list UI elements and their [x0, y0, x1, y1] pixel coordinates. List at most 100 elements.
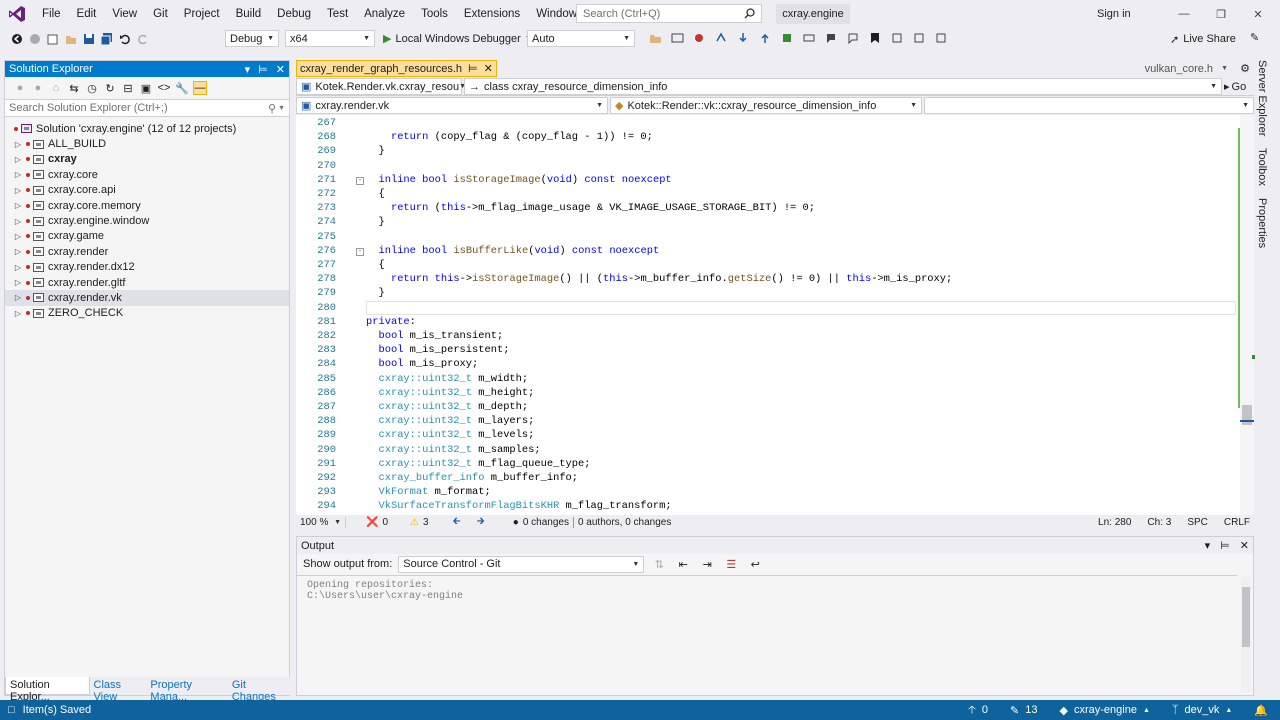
- expand-arrow-icon[interactable]: ▷: [13, 278, 23, 287]
- line-indicator[interactable]: Ln: 280: [1098, 517, 1131, 528]
- save-all-icon[interactable]: [100, 32, 114, 46]
- close-icon[interactable]: ✕: [484, 62, 493, 75]
- output-source-select[interactable]: Source Control - Git ▼: [398, 555, 645, 573]
- show-all-files-icon[interactable]: ▣: [139, 81, 153, 95]
- forward-icon[interactable]: [28, 32, 42, 46]
- find-message-icon[interactable]: ⇅: [652, 557, 666, 571]
- tree-item[interactable]: ▷ cxray.core.memory: [5, 198, 289, 213]
- collapse-icon[interactable]: -: [356, 247, 364, 256]
- whitespace-indicator[interactable]: SPC: [1187, 517, 1208, 528]
- tab-toolbox[interactable]: Toolbox: [1256, 148, 1268, 186]
- tab-explorer-1[interactable]: Class View: [90, 677, 147, 703]
- screen-icon[interactable]: [670, 31, 684, 45]
- scrollbar-thumb[interactable]: [1242, 587, 1250, 647]
- start-debugging-button[interactable]: ▶ Local Windows Debugger ▼: [383, 30, 532, 47]
- output-scrollbar[interactable]: [1241, 577, 1251, 693]
- class-select[interactable]: → class cxray_resource_dimension_info ▼: [464, 78, 1222, 95]
- expand-arrow-icon[interactable]: ▷: [13, 293, 23, 302]
- menu-tools[interactable]: Tools: [413, 0, 456, 28]
- collapse-all-icon[interactable]: ⊟: [121, 81, 135, 95]
- uncomment-icon[interactable]: [846, 31, 860, 45]
- repository-indicator[interactable]: ◆ cxray-engine ▲: [1060, 704, 1150, 717]
- step-icon[interactable]: [714, 31, 728, 45]
- chevron-down-icon[interactable]: ▼: [278, 105, 285, 112]
- zoom-select[interactable]: 100 % ▼: [296, 516, 346, 528]
- back-icon[interactable]: [10, 32, 24, 46]
- dropdown-icon[interactable]: ▾: [1205, 539, 1211, 552]
- tree-item[interactable]: ▷ cxray.core: [5, 167, 289, 182]
- scope-select[interactable]: ▣ Kotek.Render.vk.cxray_resou ▼: [296, 78, 466, 95]
- tree-item[interactable]: ▷ cxray: [5, 152, 289, 167]
- sync-icon[interactable]: ⇆: [67, 81, 81, 95]
- menu-test[interactable]: Test: [319, 0, 356, 28]
- errors-indicator[interactable]: ❌ 0: [366, 517, 388, 528]
- code-view-icon[interactable]: <>: [157, 81, 171, 95]
- menu-build[interactable]: Build: [228, 0, 270, 28]
- column-indicator[interactable]: Ch: 3: [1147, 517, 1171, 528]
- settings-gear-icon[interactable]: ⚙: [1240, 62, 1250, 75]
- expand-arrow-icon[interactable]: ▷: [13, 201, 23, 210]
- member-select[interactable]: ◆ Kotek::Render::vk::cxray_resource_dimen…: [610, 97, 922, 114]
- save-icon[interactable]: [82, 32, 96, 46]
- diagnostic-icon[interactable]: [780, 31, 794, 45]
- platform-select[interactable]: x64 ▼: [285, 30, 375, 47]
- properties-wrench-icon[interactable]: 🔧: [175, 81, 189, 95]
- undo-icon[interactable]: [118, 32, 132, 46]
- branch-indicator[interactable]: ᛉ dev_vk ▲: [1172, 704, 1232, 716]
- close-icon[interactable]: ✕: [276, 63, 285, 76]
- menu-debug[interactable]: Debug: [269, 0, 319, 28]
- menu-analyze[interactable]: Analyze: [356, 0, 413, 28]
- tree-item[interactable]: ▷ ALL_BUILD: [5, 136, 289, 151]
- auto-select[interactable]: Auto ▼: [527, 30, 635, 47]
- chevron-down-icon[interactable]: ▼: [1221, 65, 1228, 72]
- collapse-icon[interactable]: -: [356, 176, 364, 185]
- expand-arrow-icon[interactable]: ▷: [13, 170, 23, 179]
- tree-item[interactable]: ▷ cxray.engine.window: [5, 213, 289, 228]
- tree-item[interactable]: ▷ cxray.render.dx12: [5, 260, 289, 275]
- expand-arrow-icon[interactable]: ▷: [13, 309, 23, 318]
- tree-item[interactable]: ▷ cxray.render.vk: [5, 290, 289, 306]
- feedback-icon[interactable]: ✎: [1250, 31, 1259, 44]
- next-bookmark-icon[interactable]: [912, 31, 926, 45]
- tree-item[interactable]: ▷ cxray.render.gltf: [5, 275, 289, 290]
- pending-changes-icon[interactable]: ◷: [85, 81, 99, 95]
- publish-indicator[interactable]: 🡡 0: [968, 701, 988, 720]
- authors-indicator[interactable]: 0 authors, 0 changes: [572, 516, 671, 528]
- minimize-icon[interactable]: —: [1166, 0, 1202, 28]
- tab-explorer-0[interactable]: Solution Explor...: [5, 677, 90, 703]
- close-icon[interactable]: ✕: [1240, 0, 1276, 28]
- tab-explorer-3[interactable]: Git Changes: [228, 677, 291, 703]
- search-input[interactable]: Search (Ctrl+Q): [583, 8, 660, 20]
- expand-arrow-icon[interactable]: ▷: [13, 247, 23, 256]
- preview-icon[interactable]: —: [193, 81, 207, 95]
- warnings-indicator[interactable]: ⚠ 3: [410, 517, 429, 528]
- menu-git[interactable]: Git: [145, 0, 176, 28]
- notifications-icon[interactable]: 🔔: [1254, 704, 1268, 717]
- pending-edits-indicator[interactable]: ✎ 13: [1010, 704, 1037, 717]
- maximize-icon[interactable]: ❐: [1203, 0, 1239, 28]
- close-icon[interactable]: ✕: [1240, 539, 1249, 552]
- expand-arrow-icon[interactable]: ▷: [13, 217, 23, 226]
- next-message-icon[interactable]: ⇥: [700, 557, 714, 571]
- open-icon[interactable]: [64, 32, 78, 46]
- line-ending-indicator[interactable]: CRLF: [1224, 517, 1250, 528]
- pin-icon[interactable]: ⊨: [1220, 539, 1230, 552]
- expand-arrow-icon[interactable]: ▷: [13, 155, 23, 164]
- breakpoint-icon[interactable]: [692, 31, 706, 45]
- tree-item[interactable]: ▷ cxray.core.api: [5, 183, 289, 198]
- new-project-icon[interactable]: [46, 32, 60, 46]
- expand-arrow-icon[interactable]: ▷: [13, 263, 23, 272]
- arrow-right-icon[interactable]: 🡲: [477, 514, 485, 531]
- code-editor[interactable]: 267 268 return (copy_flag & (copy_flag - …: [296, 115, 1254, 515]
- pin-icon[interactable]: ⊨: [258, 63, 268, 76]
- menu-edit[interactable]: Edit: [69, 0, 105, 28]
- search-box[interactable]: Search (Ctrl+Q): [576, 4, 762, 23]
- tab-vulkan-core[interactable]: vulkan_core.h ▼: [1138, 60, 1234, 77]
- sign-in-link[interactable]: Sign in: [1097, 0, 1131, 28]
- word-wrap-icon[interactable]: ↩: [748, 557, 762, 571]
- editor-scrollbar[interactable]: [1240, 115, 1255, 515]
- home-icon[interactable]: ⌂: [49, 81, 63, 95]
- comment-icon[interactable]: [824, 31, 838, 45]
- project-select[interactable]: ▣ cxray.render.vk ▼: [296, 97, 608, 114]
- scrollbar-thumb[interactable]: [1242, 405, 1252, 425]
